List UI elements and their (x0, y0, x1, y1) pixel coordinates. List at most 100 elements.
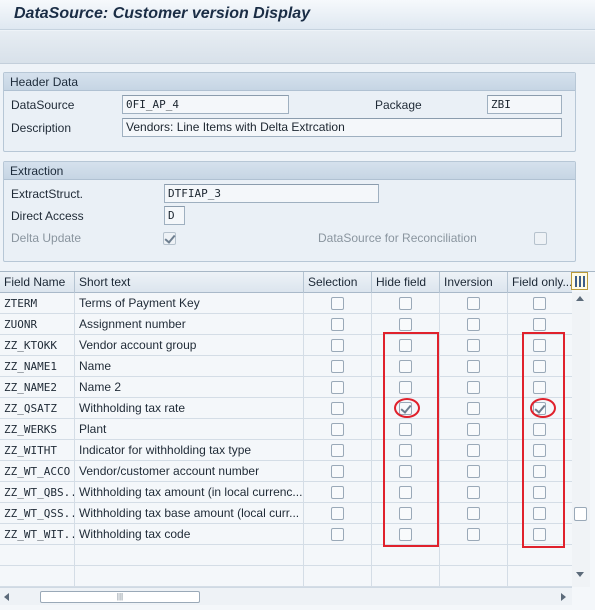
horizontal-scrollbar[interactable]: ||| (0, 587, 572, 605)
cell-text (75, 566, 304, 587)
cell-text (75, 545, 304, 566)
table-row[interactable]: ZZ_WT_WIT...Withholding tax code (0, 524, 572, 545)
selection-checkbox[interactable] (331, 339, 344, 352)
cell-inversion (440, 566, 508, 587)
scroll-left-icon[interactable] (4, 593, 9, 601)
cell-text: Terms of Payment Key (75, 293, 304, 314)
table-row[interactable]: ZUONR Assignment number (0, 314, 572, 335)
column-short-text[interactable]: Short text (75, 272, 304, 293)
inversion-checkbox[interactable] (467, 297, 480, 310)
cell-inversion (440, 335, 508, 356)
package-label: Package (375, 98, 422, 112)
cell-field: ZZ_WT_QBS... (0, 482, 75, 503)
selection-checkbox[interactable] (331, 402, 344, 415)
cell-selection (304, 461, 372, 482)
column-hide-field[interactable]: Hide field (372, 272, 440, 293)
selection-checkbox[interactable] (331, 423, 344, 436)
selection-checkbox[interactable] (331, 360, 344, 373)
datasource-field[interactable]: 0FI_AP_4 (122, 95, 289, 114)
column-selection[interactable]: Selection (304, 272, 372, 293)
cell-field-only (508, 545, 572, 566)
inversion-checkbox[interactable] (467, 402, 480, 415)
hide-checkbox[interactable] (399, 297, 412, 310)
cell-field: ZUONR (0, 314, 75, 335)
hide-checkbox[interactable] (399, 318, 412, 331)
cell-selection (304, 482, 372, 503)
cell-hide (372, 545, 440, 566)
table-settings-icon[interactable] (571, 272, 588, 290)
cell-field: ZZ_WERKS (0, 419, 75, 440)
inversion-checkbox[interactable] (467, 486, 480, 499)
cell-inversion (440, 503, 508, 524)
table-row[interactable]: ZZ_WT_ACCO Vendor/customer account number (0, 461, 572, 482)
cell-selection (304, 398, 372, 419)
description-label: Description (11, 121, 72, 135)
table-row[interactable]: ZZ_NAME1 Name (0, 356, 572, 377)
table-row[interactable]: ZZ_NAME2 Name 2 (0, 377, 572, 398)
field-only-checked-circle (530, 398, 556, 418)
vertical-scrollbar[interactable] (572, 292, 590, 587)
column-field-only[interactable]: Field only... (508, 272, 572, 293)
inversion-checkbox[interactable] (467, 465, 480, 478)
selection-checkbox[interactable] (331, 381, 344, 394)
selection-checkbox[interactable] (331, 318, 344, 331)
column-field-name[interactable]: Field Name (0, 272, 75, 293)
field-only-checkbox[interactable] (533, 297, 546, 310)
column-inversion[interactable]: Inversion (440, 272, 508, 293)
inversion-checkbox[interactable] (467, 528, 480, 541)
header-data-title: Header Data (4, 73, 575, 91)
application-toolbar (0, 31, 595, 64)
inversion-checkbox[interactable] (467, 444, 480, 457)
cell-selection (304, 293, 372, 314)
table-row[interactable]: ZZ_WT_QSS...Withholding tax base amount … (0, 503, 572, 524)
selection-checkbox[interactable] (331, 444, 344, 457)
cell-text: Withholding tax amount (in local currenc… (75, 482, 304, 503)
table-row[interactable] (0, 545, 572, 566)
selection-checkbox[interactable] (331, 465, 344, 478)
horizontal-scroll-thumb[interactable]: ||| (40, 591, 200, 603)
inversion-checkbox[interactable] (467, 507, 480, 520)
inversion-checkbox[interactable] (467, 423, 480, 436)
scroll-down-icon[interactable] (576, 572, 584, 577)
cell-inversion (440, 461, 508, 482)
inversion-checkbox[interactable] (467, 381, 480, 394)
table-row[interactable]: ZZ_WITHT Indicator for withholding tax ty… (0, 440, 572, 461)
table-row[interactable] (0, 566, 572, 587)
selection-checkbox[interactable] (331, 486, 344, 499)
field-only-checkbox[interactable] (533, 318, 546, 331)
scroll-right-icon[interactable] (561, 593, 566, 601)
reconciliation-checkbox[interactable] (534, 232, 547, 245)
cell-inversion (440, 398, 508, 419)
inversion-checkbox[interactable] (467, 339, 480, 352)
cell-text: Vendor/customer account number (75, 461, 304, 482)
description-field[interactable]: Vendors: Line Items with Delta Extrcatio… (122, 118, 562, 137)
table-row[interactable]: ZZ_KTOKK Vendor account group (0, 335, 572, 356)
cell-field: ZZ_NAME1 (0, 356, 75, 377)
selection-checkbox[interactable] (331, 528, 344, 541)
field-only-highlight-box (522, 332, 565, 548)
inversion-checkbox[interactable] (467, 360, 480, 373)
selection-checkbox[interactable] (331, 507, 344, 520)
extraction-group: Extraction ExtractStruct. DTFIAP_3 Direc… (3, 161, 576, 262)
package-field[interactable]: ZBI (487, 95, 562, 114)
cell-field: ZZ_WT_ACCO (0, 461, 75, 482)
direct-access-field[interactable]: D (164, 206, 185, 225)
table-row[interactable]: ZZ_WT_QBS...Withholding tax amount (in l… (0, 482, 572, 503)
cell-text: Withholding tax rate (75, 398, 304, 419)
table-row[interactable]: ZTERM Terms of Payment Key (0, 293, 572, 314)
inversion-checkbox[interactable] (467, 318, 480, 331)
cell-inversion (440, 377, 508, 398)
vertical-scroll-thumb[interactable] (574, 507, 587, 521)
selection-checkbox[interactable] (331, 297, 344, 310)
cell-text: Indicator for withholding tax type (75, 440, 304, 461)
table-row[interactable]: ZZ_WERKS Plant (0, 419, 572, 440)
cell-inversion (440, 356, 508, 377)
cell-field: ZZ_WITHT (0, 440, 75, 461)
cell-selection (304, 503, 372, 524)
delta-update-label: Delta Update (11, 231, 82, 245)
table-row[interactable]: ZZ_QSATZ Withholding tax rate (0, 398, 572, 419)
cell-text: Name (75, 356, 304, 377)
extractstruct-field[interactable]: DTFIAP_3 (164, 184, 379, 203)
delta-update-checkbox[interactable] (163, 232, 176, 245)
scroll-up-icon[interactable] (576, 296, 584, 301)
